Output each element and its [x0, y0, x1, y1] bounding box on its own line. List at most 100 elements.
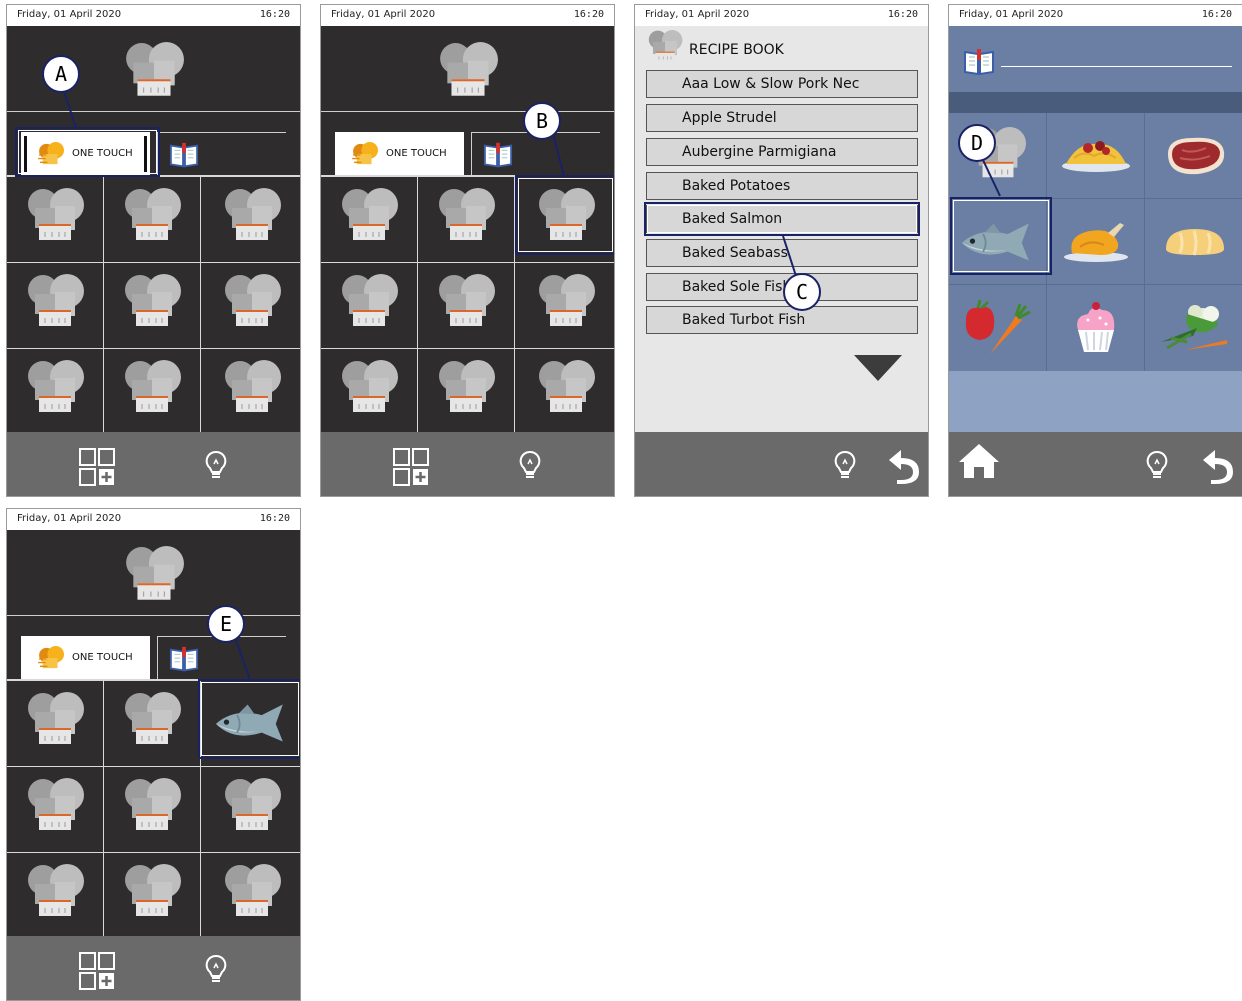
- chef-hat-icon: [222, 778, 282, 838]
- program-slot[interactable]: [104, 681, 201, 767]
- chef-hat-icon: [222, 188, 282, 248]
- header-underline: [1001, 66, 1232, 67]
- status-bar: Friday, 01 April 2020 16:20: [635, 5, 928, 26]
- category-meat[interactable]: [1145, 113, 1242, 199]
- program-slot[interactable]: [104, 767, 201, 853]
- program-slot[interactable]: [201, 177, 300, 263]
- recipe-item[interactable]: Aubergine Parmigiana: [646, 138, 918, 166]
- tab-one-touch[interactable]: ONE TOUCH: [335, 132, 464, 176]
- chef-hat-icon: [536, 360, 596, 420]
- program-slot[interactable]: [418, 177, 515, 263]
- chef-hat-icon: [222, 864, 282, 924]
- home-icon[interactable]: [957, 442, 1001, 480]
- recipe-item[interactable]: Baked Sole Fish: [646, 273, 918, 301]
- chef-hat-icon: [436, 274, 496, 334]
- program-slot[interactable]: [201, 767, 300, 853]
- callout-d: D: [958, 124, 996, 162]
- light-bulb-icon[interactable]: [204, 954, 228, 984]
- one-touch-icon: [37, 646, 67, 670]
- chef-hat-icon: [25, 692, 85, 752]
- category-desserts[interactable]: [1047, 285, 1145, 371]
- program-slot[interactable]: [7, 681, 104, 767]
- callout-b: B: [523, 102, 561, 140]
- tab-one-touch-label: ONE TOUCH: [72, 652, 133, 663]
- chef-hat-icon: [647, 30, 683, 66]
- recipe-item[interactable]: Apple Strudel: [646, 104, 918, 132]
- chef-hat-icon: [536, 274, 596, 334]
- tab-recipe-book[interactable]: [157, 636, 200, 681]
- callout-c: C: [783, 273, 821, 311]
- steak-icon: [1167, 137, 1224, 174]
- category-greens[interactable]: [1145, 285, 1242, 371]
- program-slot[interactable]: [201, 349, 301, 435]
- tab-one-touch[interactable]: ONE TOUCH: [21, 636, 150, 680]
- tab-bar: ONE TOUCH: [7, 615, 300, 681]
- footer-bar: [7, 432, 300, 496]
- program-slot[interactable]: [201, 263, 300, 349]
- light-bulb-icon[interactable]: [518, 450, 542, 480]
- chef-hat-icon: [123, 546, 185, 608]
- tab-recipe-book[interactable]: [157, 132, 200, 177]
- status-bar: Friday, 01 April 2020 16:20: [949, 5, 1242, 26]
- program-slot[interactable]: [104, 263, 201, 349]
- status-date: Friday, 01 April 2020: [331, 9, 436, 20]
- recipe-item[interactable]: Baked Turbot Fish: [646, 306, 918, 334]
- status-time: 16:20: [887, 9, 918, 20]
- bread-icon: [1165, 228, 1224, 255]
- category-pasta[interactable]: [1047, 113, 1145, 199]
- footer-bar: [635, 432, 928, 496]
- recipe-item[interactable]: Aaa Low & Slow Pork Nec: [646, 70, 918, 98]
- program-slot[interactable]: [515, 263, 614, 349]
- program-slot[interactable]: [321, 349, 418, 435]
- chef-hat-icon: [437, 42, 499, 104]
- one-touch-icon: [351, 142, 381, 166]
- highlight-a: [15, 127, 160, 177]
- program-slot[interactable]: [515, 349, 615, 435]
- program-slot[interactable]: [7, 263, 104, 349]
- chef-hat-icon: [339, 274, 399, 334]
- scroll-down-arrow-icon[interactable]: [854, 355, 902, 381]
- program-slot[interactable]: [104, 177, 201, 263]
- status-time: 16:20: [259, 9, 290, 20]
- program-slot[interactable]: [321, 263, 418, 349]
- callout-e: E: [207, 605, 245, 643]
- categories-band: [949, 92, 1242, 113]
- program-slot[interactable]: [7, 853, 104, 939]
- recipe-item[interactable]: Baked Seabass: [646, 239, 918, 267]
- tab-recipe-book[interactable]: [471, 132, 514, 177]
- add-program-icon[interactable]: [79, 448, 115, 486]
- light-bulb-icon[interactable]: [1145, 450, 1169, 480]
- program-slot[interactable]: [104, 853, 201, 939]
- category-bread[interactable]: [1145, 199, 1242, 285]
- chef-hat-icon: [25, 188, 85, 248]
- status-bar: Friday, 01 April 2020 16:20: [7, 509, 300, 530]
- program-slot[interactable]: [7, 767, 104, 853]
- tab-divider: [199, 132, 286, 133]
- program-slot[interactable]: [418, 263, 515, 349]
- status-time: 16:20: [1201, 9, 1232, 20]
- add-program-icon[interactable]: [79, 952, 115, 990]
- program-slot[interactable]: [201, 853, 301, 939]
- chef-hat-icon: [122, 692, 182, 752]
- program-slot[interactable]: [7, 349, 104, 435]
- status-date: Friday, 01 April 2020: [17, 513, 122, 524]
- light-bulb-icon[interactable]: [833, 450, 857, 480]
- chef-hat-icon: [122, 274, 182, 334]
- recipe-book-icon: [169, 645, 199, 673]
- add-program-icon[interactable]: [393, 448, 429, 486]
- program-slot[interactable]: [7, 177, 104, 263]
- back-arrow-icon[interactable]: [887, 448, 919, 484]
- vegetables-icon: [965, 299, 1031, 354]
- screen-recipe-categories: Friday, 01 April 2020 16:20: [948, 4, 1242, 497]
- light-bulb-icon[interactable]: [204, 450, 228, 480]
- program-slot[interactable]: [104, 349, 201, 435]
- status-date: Friday, 01 April 2020: [17, 9, 122, 20]
- chef-hat-icon: [25, 864, 85, 924]
- chef-hat-icon: [123, 42, 185, 104]
- back-arrow-icon[interactable]: [1201, 448, 1233, 484]
- program-slot[interactable]: [321, 177, 418, 263]
- category-poultry[interactable]: [1047, 199, 1145, 285]
- recipe-item[interactable]: Baked Potatoes: [646, 172, 918, 200]
- category-vegetables[interactable]: [949, 285, 1047, 371]
- program-slot[interactable]: [418, 349, 515, 435]
